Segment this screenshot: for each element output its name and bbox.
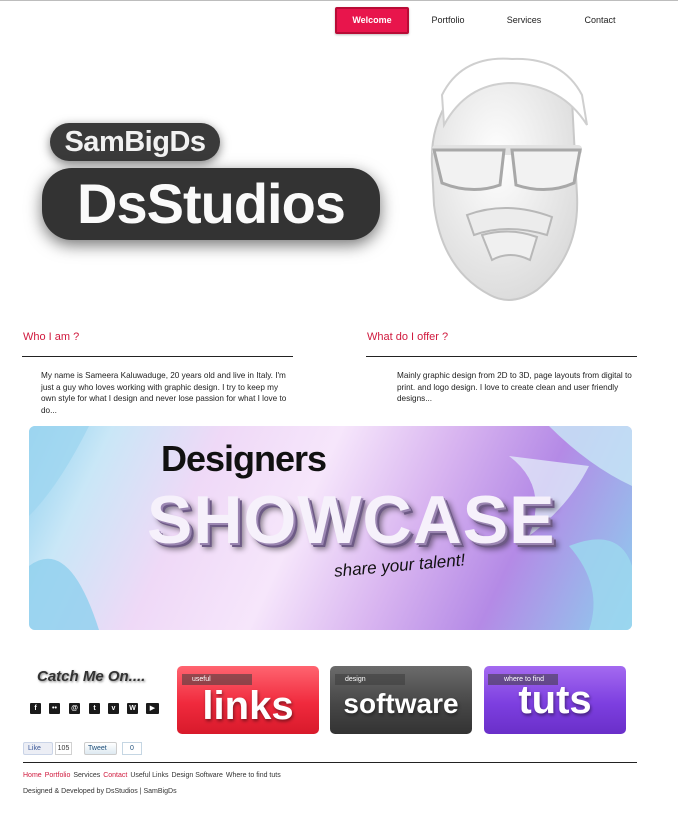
footer-link-portfolio[interactable]: Portfolio xyxy=(45,772,71,779)
tweet-button[interactable]: Tweet xyxy=(84,742,117,755)
logo-sambigds: SamBigDs xyxy=(50,123,220,161)
tweet-label: Tweet xyxy=(88,745,107,752)
showcase-title-showcase: SHOWCASE xyxy=(147,482,556,558)
footer-divider xyxy=(23,762,637,763)
what-do-i-offer-heading: What do I offer ? xyxy=(367,331,449,343)
offer-divider xyxy=(366,356,637,357)
nav-services[interactable]: Services xyxy=(495,7,553,34)
who-divider xyxy=(22,356,293,357)
wordpress-icon[interactable]: W xyxy=(127,703,138,714)
footer-links: Home Portfolio Services Contact Useful Links… xyxy=(23,772,284,779)
tile-title: tuts xyxy=(518,678,592,722)
facebook-like-button[interactable]: Like xyxy=(23,742,53,755)
who-am-i-heading: Who I am ? xyxy=(23,331,80,343)
footer-link-design-software[interactable]: Design Software xyxy=(171,772,222,779)
designers-showcase-banner[interactable]: Designers SHOWCASE share your talent! xyxy=(29,426,632,630)
footer-credits: Designed & Developed by DsStudios | SamB… xyxy=(23,788,177,795)
main-nav: Welcome Portfolio Services Contact xyxy=(335,7,635,34)
footer-link-services[interactable]: Services xyxy=(73,772,100,779)
footer-link-where-to-find-tuts[interactable]: Where to find tuts xyxy=(226,772,281,779)
nav-welcome[interactable]: Welcome xyxy=(335,7,409,34)
footer-link-contact[interactable]: Contact xyxy=(103,772,127,779)
facebook-icon[interactable]: f xyxy=(30,703,41,714)
hero-banner: SamBigDs DsStudios xyxy=(22,55,642,310)
logo-dsstudios: DsStudios xyxy=(42,168,380,240)
like-count: 105 xyxy=(55,742,72,755)
who-am-i-text: My name is Sameera Kaluwaduge, 20 years … xyxy=(41,371,287,415)
face-mascot-icon xyxy=(430,57,588,301)
twitter-icon[interactable]: t xyxy=(89,703,100,714)
at-sign-icon[interactable]: @ xyxy=(69,703,80,714)
showcase-title-designers: Designers xyxy=(161,438,327,479)
flickr-icon[interactable]: •• xyxy=(49,703,60,714)
footer-link-useful-links[interactable]: Useful Links xyxy=(130,772,168,779)
catch-me-on-heading: Catch Me On.... xyxy=(37,668,146,685)
tile-title: software xyxy=(343,688,459,719)
design-software-tile[interactable]: design software xyxy=(330,666,472,734)
tweet-count: 0 xyxy=(122,742,142,755)
footer-link-home[interactable]: Home xyxy=(23,772,42,779)
useful-links-tile[interactable]: useful links xyxy=(177,666,319,734)
youtube-icon[interactable]: ▶ xyxy=(146,703,159,714)
tile-title: links xyxy=(202,684,294,728)
nav-contact[interactable]: Contact xyxy=(571,7,629,34)
nav-portfolio[interactable]: Portfolio xyxy=(418,7,478,34)
top-border xyxy=(0,0,678,1)
where-to-find-tuts-tile[interactable]: where to find tuts xyxy=(484,666,626,734)
what-do-i-offer-text: Mainly graphic design from 2D to 3D, pag… xyxy=(397,371,632,403)
like-label: Like xyxy=(28,745,41,752)
vimeo-icon[interactable]: v xyxy=(108,703,119,714)
